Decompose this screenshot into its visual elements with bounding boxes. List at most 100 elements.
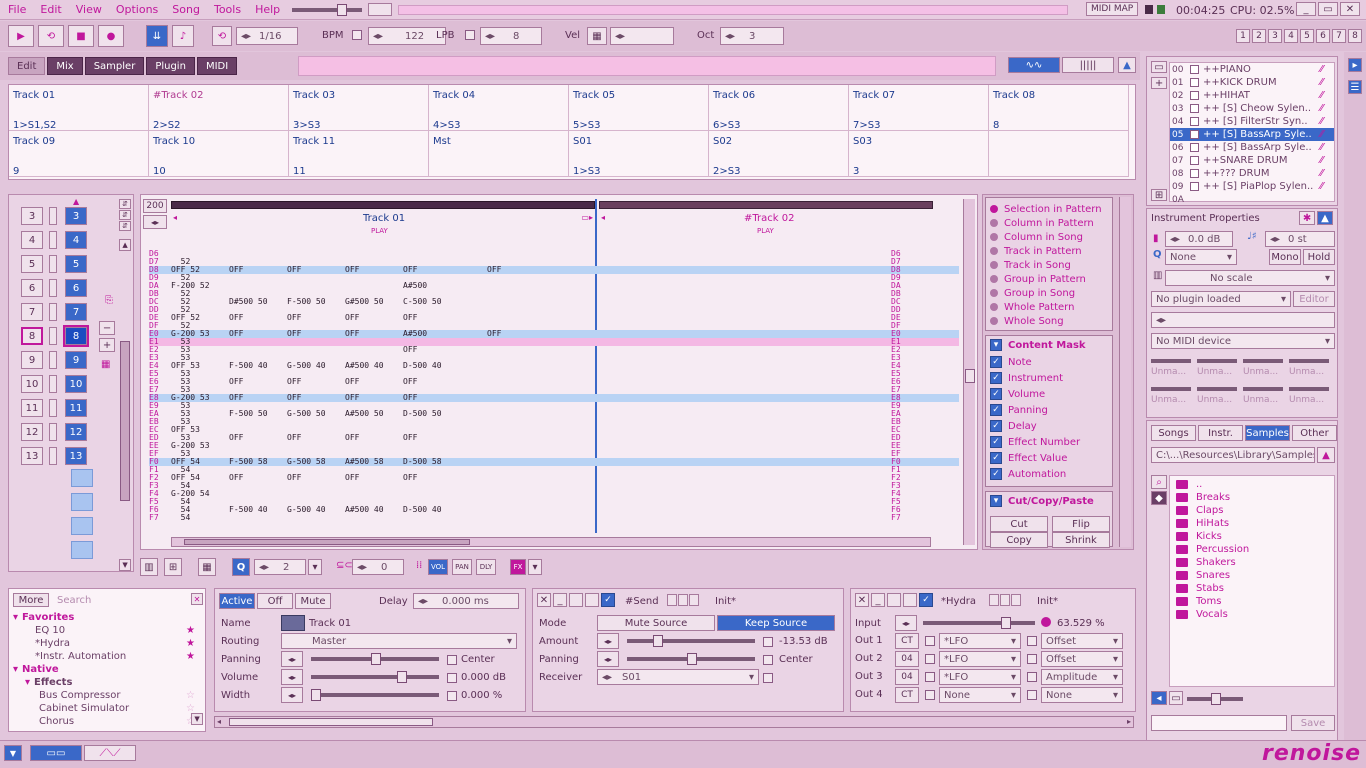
sequence-slot[interactable]: 55 (15, 253, 93, 275)
menu-edit[interactable]: Edit (40, 3, 61, 16)
sequence-slot[interactable]: 99 (15, 349, 93, 371)
instrument-checkbox[interactable] (1190, 91, 1199, 100)
sequence-mute-toggle[interactable] (49, 327, 57, 345)
list-toggle-button[interactable]: ☰ (1348, 80, 1362, 94)
macro-slider[interactable] (1289, 387, 1329, 391)
stop-button[interactable]: ■ (68, 25, 94, 47)
output-checkbox[interactable] (925, 654, 935, 664)
track-cell[interactable]: Track 04 4>S3 (429, 85, 569, 131)
sequence-pattern-button[interactable]: 8 (63, 325, 89, 347)
browser-folder[interactable]: Shakers (1176, 556, 1328, 569)
browser-file-list[interactable]: .. Breaks Claps HiHats Kicks Percussion Shaker… (1169, 475, 1335, 687)
track-cell[interactable]: Track 03 3>S3 (289, 85, 429, 131)
width-slider[interactable] (311, 689, 439, 701)
mask-checkbox[interactable]: ✓ (990, 356, 1002, 368)
device-tree-item[interactable]: ▾ Native (13, 663, 203, 676)
browser-folder[interactable]: Percussion (1176, 543, 1328, 556)
browser-tab-songs[interactable]: Songs (1151, 425, 1196, 441)
pattern-tool-button[interactable]: ▥ (140, 558, 158, 576)
browser-folder[interactable]: HiHats (1176, 517, 1328, 530)
delay-field[interactable]: ◂▸ 0.000 ms (413, 593, 519, 609)
preview-stop-button[interactable]: ▭ (1169, 691, 1183, 705)
scope-option[interactable]: Whole Pattern (990, 300, 1102, 314)
edit-step-button[interactable]: 7 (1332, 29, 1346, 43)
midi-map-button[interactable]: MIDI MAP (1086, 2, 1139, 16)
instrument-volume-field[interactable]: ◂▸ 0.0 dB (1165, 231, 1233, 247)
instrument-row[interactable]: 00 ++PIANO ⁄⁄ (1170, 63, 1334, 76)
mask-checkbox[interactable]: ✓ (990, 468, 1002, 480)
pattern-line[interactable]: E3 53 E3 (149, 354, 959, 362)
expand-icon[interactable]: ▾ (25, 677, 30, 688)
preset-button[interactable] (1000, 594, 1010, 606)
amount-arrows[interactable]: ◂▸ (597, 633, 619, 649)
macro-knob[interactable]: Unma... (1197, 383, 1239, 405)
scope-radio[interactable] (990, 205, 998, 213)
sequence-slot[interactable]: 44 (15, 229, 93, 251)
instrument-row[interactable]: 0A (1170, 193, 1334, 206)
record-button[interactable]: ● (98, 25, 124, 47)
sequence-slot[interactable]: 33 (15, 205, 93, 227)
edit-step-button[interactable]: 3 (1268, 29, 1282, 43)
macro-slider[interactable] (1151, 359, 1191, 363)
tab-mix[interactable]: Mix (47, 57, 83, 75)
sequence-mute-toggle[interactable] (49, 231, 57, 249)
pattern-line[interactable]: F4 G-200 54 F4 (149, 490, 959, 498)
sequence-clone-icon[interactable]: ⎘ (105, 295, 113, 306)
panel-toggle-button[interactable]: ▸ (1348, 58, 1362, 72)
preset-button[interactable] (678, 594, 688, 606)
hold-button[interactable]: Hold (1303, 249, 1335, 265)
track-header-1[interactable]: ◂ Track 01 ▭▸ PLAY (171, 199, 595, 237)
pattern-line[interactable]: E5 53 E5 (149, 370, 959, 378)
instrument-row[interactable]: 01 ++KICK DRUM ⁄⁄ (1170, 76, 1334, 89)
content-mask-option[interactable]: ✓ Volume (990, 386, 1112, 402)
scope-radio[interactable] (990, 275, 998, 283)
velocity-toggle-button[interactable]: ▦ (587, 27, 607, 45)
pattern-line[interactable]: DE OFF 52 OFF OFF OFF OFF DE (149, 314, 959, 322)
tab-edit[interactable]: Edit (8, 57, 46, 75)
instrument-row[interactable]: 02 ++HIHAT ⁄⁄ (1170, 89, 1334, 102)
sequence-pattern-button[interactable]: 3 (65, 207, 87, 225)
edit-step-button[interactable]: 4 (1284, 29, 1298, 43)
instrument-checkbox[interactable] (1190, 117, 1199, 126)
instrument-add-button[interactable]: + (1151, 77, 1167, 89)
favorite-star-icon[interactable]: ★ (186, 651, 195, 662)
amount-checkbox[interactable] (763, 637, 773, 647)
input-arrows[interactable]: ◂▸ (895, 615, 917, 631)
scale-select[interactable]: No scale ▾ (1165, 270, 1335, 286)
receiver-checkbox[interactable] (763, 673, 773, 683)
pattern-rows[interactable]: D6 D6 D7 52 D7 D8 OFF 52 OFF OFF OFF OFF OFF D8 D9 5… (149, 250, 959, 532)
browser-folder[interactable]: .. (1176, 478, 1328, 491)
pattern-line[interactable]: F6 54 F-500 40 G-500 40 A#500 40 D-500 40 F6 (149, 506, 959, 514)
pattern-line[interactable]: E9 53 E9 (149, 402, 959, 410)
output-param-checkbox[interactable] (1027, 672, 1037, 682)
edit-step-button[interactable]: 5 (1300, 29, 1314, 43)
sequence-remove-button[interactable]: − (99, 321, 115, 335)
lower-frame-collapse-button[interactable]: ▼ (4, 745, 22, 761)
width-arrows[interactable]: ◂▸ (281, 687, 303, 703)
macro-knob[interactable]: Unma... (1151, 355, 1193, 377)
output-channel[interactable]: 04 (895, 651, 919, 667)
tab-sampler[interactable]: Sampler (84, 57, 145, 75)
panning-slider[interactable] (311, 653, 439, 665)
scope-option[interactable]: Column in Song (990, 230, 1102, 244)
instrument-checkbox[interactable] (1190, 156, 1199, 165)
device-move-button[interactable] (569, 593, 583, 607)
instrument-quantize-select[interactable]: None ▾ (1165, 249, 1237, 265)
hydra-output-row[interactable]: Out 3 04 *LFO ▾ Amplitude ▾ (855, 669, 1135, 685)
device-enable-checkbox[interactable]: ✓ (601, 593, 615, 607)
track-cell[interactable]: Track 06 6>S3 (709, 85, 849, 131)
output-checkbox[interactable] (925, 672, 935, 682)
plugin-preset-field[interactable]: ◂▸ (1151, 312, 1335, 328)
dly-column-toggle[interactable]: DLY (476, 559, 496, 575)
pattern-tool-button[interactable]: ⊞ (164, 558, 182, 576)
output-device-select[interactable]: *LFO ▾ (939, 633, 1021, 649)
output-parameter-select[interactable]: Offset ▾ (1041, 651, 1123, 667)
browser-folder[interactable]: Claps (1176, 504, 1328, 517)
sequence-pattern-button[interactable]: 6 (65, 279, 87, 297)
mask-checkbox[interactable]: ✓ (990, 372, 1002, 384)
mask-checkbox[interactable]: ✓ (990, 388, 1002, 400)
sequence-slot[interactable]: 11 11 (15, 397, 93, 419)
sequence-slot[interactable]: 88 (15, 325, 93, 347)
menu-options[interactable]: Options (116, 3, 158, 16)
sequence-empty-slot[interactable] (71, 469, 93, 487)
